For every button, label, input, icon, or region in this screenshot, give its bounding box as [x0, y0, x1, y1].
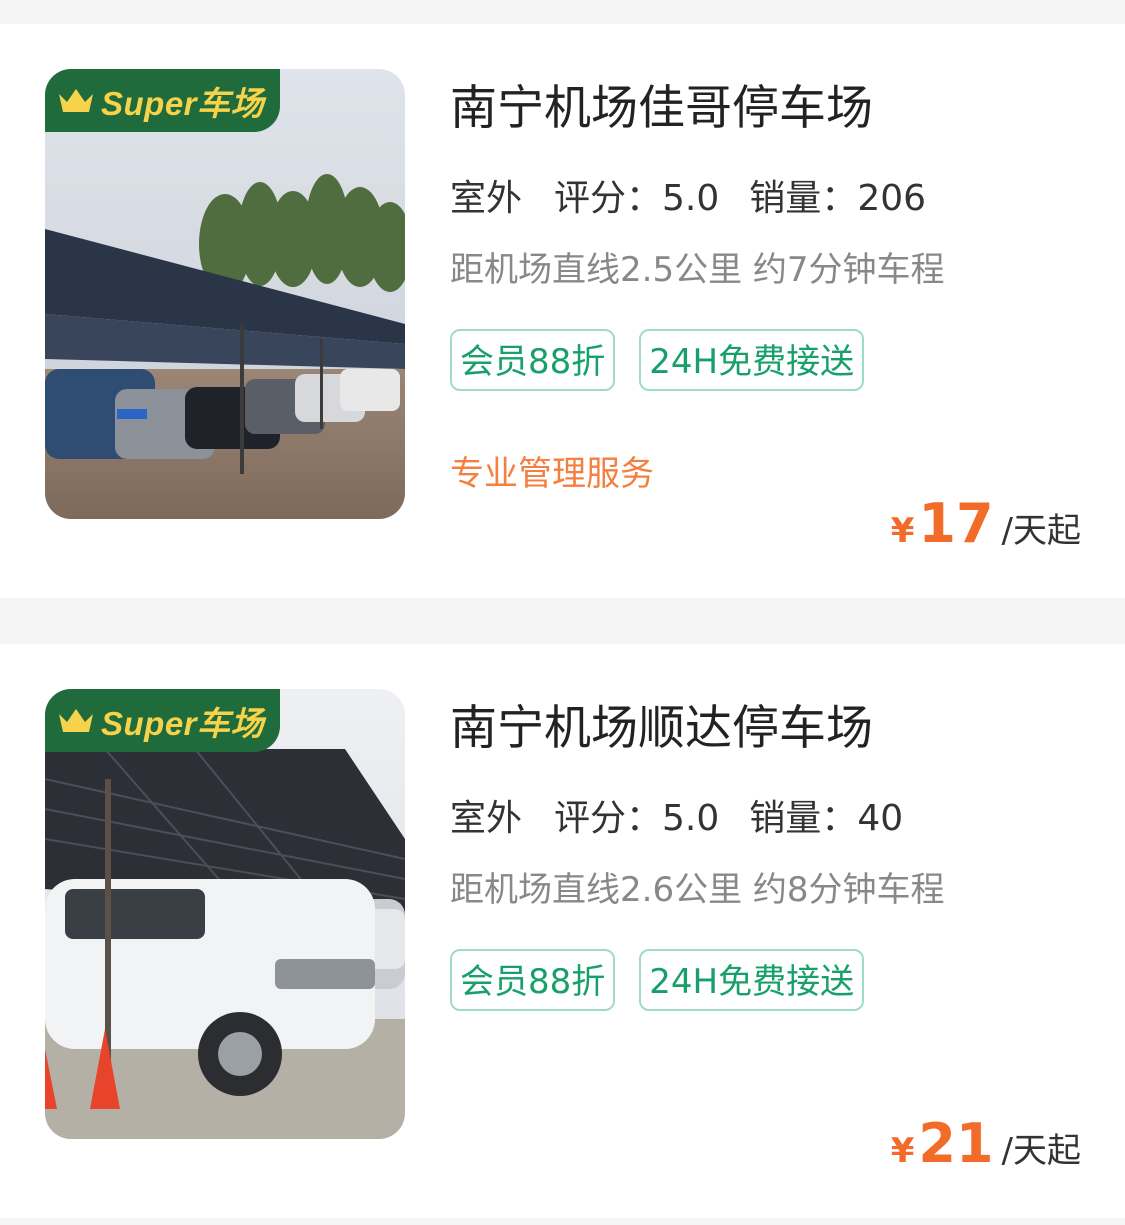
super-lot-badge-text: Super车场 [101, 704, 265, 742]
parking-photo-image [45, 689, 405, 1139]
parking-lot-card[interactable]: Super车场 南宁机场佳哥停车场 室外 评分：5.0 销量：206 距机场直线2.… [0, 24, 1125, 598]
parking-photo-image [45, 69, 405, 519]
score-label: 评分： [554, 798, 663, 839]
lot-type-tag: 室外 [450, 794, 525, 844]
sales-label: 销量： [749, 178, 858, 219]
service-text: 专业管理服务 [450, 454, 654, 494]
free-shuttle-tag: 24H免费接送 [639, 949, 865, 1011]
sales-value: 40 [857, 798, 904, 839]
parking-lot-card[interactable]: Super车场 南宁机场顺达停车场 室外 评分：5.0 销量：40 距机场直线2.6… [0, 644, 1125, 1218]
distance-text: 距机场直线2.6公里 约8分钟车程 [450, 870, 945, 910]
crown-icon [59, 88, 93, 112]
sales-label: 销量： [749, 798, 858, 839]
free-shuttle-tag: 24H免费接送 [639, 329, 865, 391]
parking-lot-meta: 室外 评分：5.0 销量：206 [450, 174, 926, 224]
parking-lot-photo[interactable]: Super车场 [45, 69, 405, 519]
parking-lot-meta: 室外 评分：5.0 销量：40 [450, 794, 903, 844]
member-discount-tag: 会员88折 [450, 329, 616, 391]
crown-icon [59, 708, 93, 732]
parking-lot-name[interactable]: 南宁机场佳哥停车场 [450, 79, 873, 139]
currency-symbol: ¥ [890, 1131, 915, 1171]
parking-lot-name[interactable]: 南宁机场顺达停车场 [450, 699, 873, 759]
price: ¥21/天起 [891, 1114, 1081, 1187]
lot-type-text: 室外 [450, 798, 523, 839]
sales-value: 206 [857, 178, 927, 219]
super-lot-badge-text: Super车场 [101, 84, 265, 122]
price-value: 17 [918, 492, 994, 555]
member-discount-tag: 会员88折 [450, 949, 616, 1011]
lot-type-text: 室外 [450, 178, 523, 219]
super-lot-badge: Super车场 [45, 69, 280, 132]
currency-symbol: ¥ [890, 511, 915, 551]
promo-tags: 会员88折 24H免费接送 [450, 329, 865, 391]
super-lot-badge: Super车场 [45, 689, 280, 752]
parking-lot-photo[interactable]: Super车场 [45, 689, 405, 1139]
price-unit: /天起 [1001, 1131, 1081, 1171]
distance-text: 距机场直线2.5公里 约7分钟车程 [450, 250, 945, 290]
price-unit: /天起 [1001, 511, 1081, 551]
price: ¥17/天起 [891, 494, 1081, 567]
score-value: 5.0 [662, 798, 720, 839]
score-label: 评分： [554, 178, 663, 219]
lot-type-tag: 室外 [450, 174, 525, 224]
score-value: 5.0 [662, 178, 720, 219]
price-value: 21 [918, 1112, 994, 1175]
promo-tags: 会员88折 24H免费接送 [450, 949, 865, 1011]
